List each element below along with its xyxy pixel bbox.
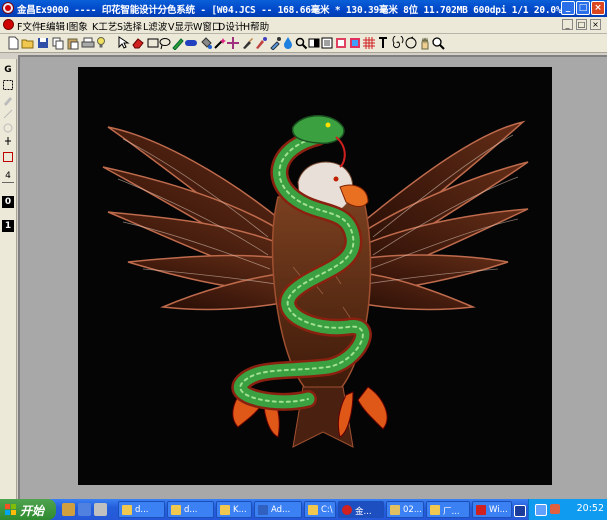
taskbar-button-7[interactable]: 02...: [386, 501, 424, 518]
quicklaunch-folder-icon[interactable]: [62, 503, 75, 516]
artwork-canvas[interactable]: [78, 67, 552, 485]
folder-icon: [122, 505, 132, 515]
minimize-button[interactable]: _: [561, 1, 575, 15]
menu-view[interactable]: V显示: [168, 19, 194, 33]
taskbar-button-9[interactable]: Wi...: [472, 501, 512, 518]
close-button[interactable]: ×: [591, 1, 605, 15]
tool-g-label[interactable]: G: [2, 64, 14, 76]
title-bar: 金昌Ex9000 ---- 印花智能设计分色系统 - [W04.JCS -- 1…: [0, 0, 607, 17]
menu-file[interactable]: F文件: [17, 19, 41, 33]
line-icon[interactable]: [2, 108, 14, 120]
app-logo-icon: [342, 505, 352, 515]
eraser-icon[interactable]: [131, 36, 145, 50]
network-icon[interactable]: [535, 504, 547, 516]
folder-icon: [430, 505, 440, 515]
pen-icon[interactable]: [171, 36, 185, 50]
menu-select[interactable]: S选择: [117, 19, 142, 33]
taskbar-button-2[interactable]: d...: [167, 501, 214, 518]
taskbar-overflow-icon[interactable]: [514, 505, 526, 517]
menu-process[interactable]: K工艺: [92, 19, 117, 33]
open-icon[interactable]: [21, 36, 35, 50]
number-top: 4: [5, 171, 11, 181]
marquee-icon[interactable]: [2, 79, 14, 91]
toolbar: [0, 34, 607, 53]
number-black-1[interactable]: 0: [2, 196, 14, 208]
shape-icon[interactable]: [2, 122, 14, 134]
taskbar-button-8[interactable]: 厂...: [426, 501, 470, 518]
fill-bucket-icon[interactable]: [199, 36, 213, 50]
clone-icon[interactable]: [254, 36, 268, 50]
text-icon[interactable]: [376, 36, 390, 50]
app-icon: [258, 505, 268, 515]
doc-minimize-button[interactable]: _: [562, 19, 573, 30]
eagle-snake-artwork: [102, 115, 529, 448]
drop-icon[interactable]: [281, 36, 295, 50]
menu-image[interactable]: I图象: [66, 19, 88, 33]
zoom-icon[interactable]: [294, 36, 308, 50]
hand-icon[interactable]: [418, 36, 432, 50]
window-title: 金昌Ex9000 ---- 印花智能设计分色系统 - [W04.JCS -- 1…: [17, 5, 567, 16]
menu-help[interactable]: H帮助: [243, 19, 269, 33]
save-icon[interactable]: [36, 36, 50, 50]
taskbar-button-3[interactable]: K...: [216, 501, 252, 518]
document-icon[interactable]: [3, 19, 14, 30]
quicklaunch-desktop-icon[interactable]: [78, 503, 91, 516]
dropper-icon[interactable]: [268, 36, 282, 50]
copy-icon[interactable]: [51, 36, 65, 50]
canvas-area[interactable]: [18, 55, 607, 499]
volume-icon[interactable]: [550, 504, 560, 514]
magic-wand-icon[interactable]: [213, 36, 227, 50]
divider: [2, 182, 14, 191]
lasso-icon[interactable]: [158, 36, 172, 50]
app-logo-icon[interactable]: [2, 2, 14, 14]
number-black-2[interactable]: 1: [2, 220, 14, 232]
taskbar-button-5[interactable]: C:\: [304, 501, 336, 518]
system-tray: 20:52: [528, 499, 607, 520]
doc-restore-button[interactable]: □: [576, 19, 587, 30]
maximize-button[interactable]: □: [576, 1, 590, 15]
windows-logo-icon: [5, 504, 16, 515]
paste-icon[interactable]: [66, 36, 80, 50]
pin-icon[interactable]: [2, 136, 14, 148]
channel-icon[interactable]: [348, 36, 362, 50]
start-button[interactable]: 开始: [0, 499, 56, 520]
menu-filter[interactable]: L滤波: [143, 19, 167, 33]
folder-icon: [220, 505, 230, 515]
gamepad-icon[interactable]: [184, 36, 198, 50]
crosshair-icon[interactable]: [226, 36, 240, 50]
taskbar-button-1[interactable]: d...: [118, 501, 165, 518]
mask-icon[interactable]: [307, 36, 321, 50]
taskbar-button-4[interactable]: Ad...: [254, 501, 302, 518]
new-icon[interactable]: [6, 36, 20, 50]
quicklaunch-doc-icon[interactable]: [94, 503, 107, 516]
clock: 20:52: [576, 503, 604, 514]
folder-icon: [171, 505, 181, 515]
crop-icon[interactable]: [2, 151, 14, 163]
magnifier-icon[interactable]: [431, 36, 445, 50]
spiral-icon[interactable]: [390, 36, 404, 50]
start-label: 开始: [20, 504, 45, 518]
rotate-icon[interactable]: [404, 36, 418, 50]
taskbar-button-6[interactable]: 金...: [338, 501, 384, 518]
folder-icon: [308, 505, 318, 515]
tool-panel: G 4 0 1: [0, 59, 17, 499]
taskbar: 开始 d... d... K... Ad... C:\ 金... 02... 厂…: [0, 499, 607, 520]
print-icon[interactable]: [81, 36, 95, 50]
menu-design[interactable]: D设计: [218, 19, 244, 33]
document-icon: [390, 505, 400, 515]
pointer-icon[interactable]: [116, 36, 130, 50]
browser-icon: [476, 505, 486, 515]
stamp-icon[interactable]: [320, 36, 334, 50]
pencil-icon[interactable]: [2, 94, 14, 106]
tip-icon[interactable]: [94, 36, 108, 50]
menu-bar: F文件 E编辑 I图象 K工艺 S选择 L滤波 V显示 W窗口 D设计 H帮助 …: [0, 17, 607, 34]
grid-icon[interactable]: [362, 36, 376, 50]
menu-edit[interactable]: E编辑: [40, 19, 65, 33]
doc-close-button[interactable]: ×: [590, 19, 601, 30]
brush-icon[interactable]: [240, 36, 254, 50]
layer-icon[interactable]: [334, 36, 348, 50]
